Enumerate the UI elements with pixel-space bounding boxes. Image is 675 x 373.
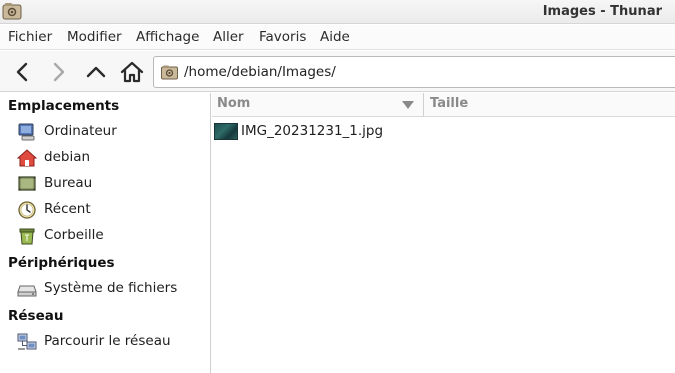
go-back-icon[interactable] [10,59,36,85]
title-bar[interactable]: Images - Thunar [0,0,675,24]
sidebar-item-bureau[interactable]: Bureau [0,172,210,196]
menu-aide[interactable]: Aide [320,29,350,45]
sidebar-item-recent[interactable]: Récent [0,198,210,222]
sidebar-section-peripheriques: Périphériques [8,255,115,271]
sidebar-item-systeme-de-fichiers[interactable]: Système de fichiers [0,277,210,301]
file-view[interactable]: Nom Taille IMG_20231231_1.jpg [212,93,675,373]
toolbar: /home/debian/Images/ [0,51,675,92]
sidebar: Emplacements Ordinateur debian Bureau Ré… [0,93,211,373]
drive-icon [17,285,37,297]
window-title: Images - Thunar [542,4,662,19]
column-header: Nom Taille [212,93,675,117]
image-thumbnail-icon [214,123,238,140]
computer-icon [18,123,35,141]
menu-favoris[interactable]: Favoris [259,29,306,45]
location-bar[interactable]: /home/debian/Images/ [153,56,675,88]
desktop-icon [18,176,36,191]
sidebar-item-label: Ordinateur [44,123,117,139]
sidebar-item-label: Bureau [44,175,93,191]
sidebar-section-emplacements: Emplacements [8,98,120,114]
file-row[interactable]: IMG_20231231_1.jpg [212,122,675,142]
trash-icon [19,228,35,245]
column-separator[interactable] [423,93,424,117]
network-icon [17,333,37,350]
sort-descending-icon[interactable] [402,101,414,109]
recent-clock-icon [18,201,36,219]
folder-pictures-icon [161,65,178,80]
menu-modifier[interactable]: Modifier [67,29,122,45]
sidebar-item-corbeille[interactable]: Corbeille [0,224,210,248]
sidebar-item-label: Récent [44,201,91,217]
menu-affichage[interactable]: Affichage [136,29,199,45]
go-forward-icon[interactable] [45,59,71,85]
location-path[interactable]: /home/debian/Images/ [184,64,336,80]
user-home-icon [17,149,37,167]
sidebar-item-label: debian [44,149,91,165]
sidebar-item-label: Parcourir le réseau [44,333,171,349]
menu-bar: Fichier Modifier Affichage Aller Favoris… [0,25,675,50]
sidebar-item-label: Système de fichiers [44,280,178,296]
go-up-icon[interactable] [83,59,109,85]
sidebar-section-reseau: Réseau [8,308,64,324]
sidebar-item-parcourir-le-reseau[interactable]: Parcourir le réseau [0,330,210,354]
file-name: IMG_20231231_1.jpg [241,123,384,139]
sidebar-item-label: Corbeille [44,227,104,243]
menu-fichier[interactable]: Fichier [8,29,52,45]
menu-aller[interactable]: Aller [213,29,244,45]
sidebar-item-debian[interactable]: debian [0,146,210,170]
file-manager-icon[interactable] [2,2,22,21]
thunar-window: Images - Thunar Fichier Modifier Afficha… [0,0,675,373]
home-icon[interactable] [119,59,145,85]
column-header-size[interactable]: Taille [430,96,468,111]
column-header-name[interactable]: Nom [217,96,250,111]
sidebar-item-ordinateur[interactable]: Ordinateur [0,120,210,144]
